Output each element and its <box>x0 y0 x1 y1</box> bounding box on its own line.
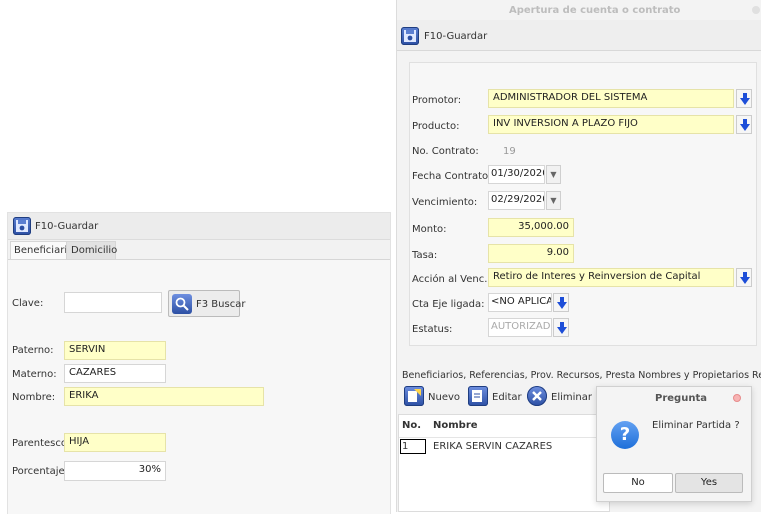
yes-button[interactable]: Yes <box>675 473 743 493</box>
delete-icon[interactable] <box>527 386 547 406</box>
arrow-down-icon <box>740 272 750 284</box>
dialog-title: Pregunta <box>655 393 707 404</box>
accion-venc-lookup-button[interactable] <box>736 268 752 287</box>
no-button-label: No <box>631 477 645 488</box>
window-title: Apertura de cuenta o contrato <box>509 5 681 16</box>
tab-label: Beneficiario <box>14 245 74 256</box>
save-icon[interactable] <box>13 217 31 235</box>
confirm-dialog: Pregunta ? Eliminar Partida ? No Yes <box>596 386 752 502</box>
table-cell-no[interactable]: 1 <box>400 439 426 454</box>
arrow-down-icon <box>740 93 750 105</box>
close-icon[interactable] <box>752 6 760 14</box>
paterno-label: Paterno: <box>12 345 54 356</box>
table-cell-no-text: 1 <box>402 441 409 452</box>
vencimiento-dropdown[interactable]: ▼ <box>546 191 561 210</box>
materno-field[interactable]: CAZARES <box>64 364 166 383</box>
toolbar: F10-Guardar <box>8 213 390 240</box>
cta-eje-label: Cta Eje ligada: <box>412 299 485 310</box>
accion-venc-label: Acción al Venc.: <box>412 274 491 285</box>
new-icon[interactable] <box>404 386 424 406</box>
delete-button-label[interactable]: Eliminar <box>551 392 592 403</box>
fecha-contrato-dropdown[interactable]: ▼ <box>546 165 561 184</box>
section-title: Beneficiarios, Referencias, Prov. Recurs… <box>402 370 761 381</box>
search-icon <box>172 294 192 314</box>
fecha-contrato-field[interactable]: 01/30/2020 <box>488 165 545 184</box>
parentesco-field[interactable]: HIJA <box>64 433 166 452</box>
no-contrato-value: 19 <box>503 146 516 157</box>
materno-label: Materno: <box>12 369 57 380</box>
no-button[interactable]: No <box>603 473 673 493</box>
cta-eje-lookup-button[interactable] <box>553 293 569 312</box>
question-icon: ? <box>611 421 639 449</box>
vencimiento-label: Vencimiento: <box>412 197 478 208</box>
table-row[interactable]: 1 ERIKA SERVIN CAZARES <box>399 437 609 456</box>
promotor-field[interactable]: ADMINISTRADOR DEL SISTEMA <box>488 89 734 108</box>
save-button-label[interactable]: F10-Guardar <box>35 221 98 232</box>
tasa-label: Tasa: <box>412 250 438 261</box>
search-button[interactable]: F3 Buscar <box>168 290 245 317</box>
table-header-no: No. <box>402 420 422 431</box>
title-bar: Apertura de cuenta o contrato <box>397 0 761 20</box>
arrow-down-icon <box>557 322 567 334</box>
parentesco-label: Parentesco: <box>12 438 71 449</box>
arrow-down-icon <box>557 297 567 309</box>
cta-eje-field[interactable]: <NO APLICA> <box>488 293 552 312</box>
estatus-field[interactable]: AUTORIZADO <box>488 318 552 337</box>
fecha-contrato-label: Fecha Contrato: <box>412 171 492 182</box>
table-cell-nombre: ERIKA SERVIN CAZARES <box>433 441 553 452</box>
clave-field[interactable] <box>64 292 162 313</box>
estatus-label: Estatus: <box>412 324 453 335</box>
arrow-down-icon <box>740 119 750 131</box>
yes-button-label: Yes <box>700 477 718 488</box>
producto-field[interactable]: INV INVERSION A PLAZO FIJO <box>488 115 734 134</box>
clave-label: Clave: <box>12 298 44 309</box>
save-button-label[interactable]: F10-Guardar <box>424 31 487 42</box>
estatus-lookup-button[interactable] <box>553 318 569 337</box>
table-header-nombre: Nombre <box>433 420 478 431</box>
edit-icon[interactable] <box>468 386 488 406</box>
new-button-label[interactable]: Nuevo <box>428 392 460 403</box>
beneficiaries-table: No. Nombre 1 ERIKA SERVIN CAZARES <box>398 414 610 512</box>
monto-label: Monto: <box>412 224 447 235</box>
edit-button-label[interactable]: Editar <box>492 392 522 403</box>
producto-label: Producto: <box>412 121 460 132</box>
producto-lookup-button[interactable] <box>736 115 752 134</box>
tab-label: Domicilio <box>71 245 118 256</box>
search-button-label: F3 Buscar <box>196 299 246 310</box>
porcentaje-label: Porcentaje: <box>12 466 69 477</box>
toolbar: F10-Guardar <box>397 20 761 51</box>
close-icon[interactable] <box>733 394 741 402</box>
tab-beneficiario[interactable]: Beneficiario <box>10 241 73 260</box>
tasa-field[interactable]: 9.00 <box>488 244 574 263</box>
promotor-label: Promotor: <box>412 95 462 106</box>
monto-field[interactable]: 35,000.00 <box>488 218 574 237</box>
vencimiento-field[interactable]: 02/29/2020 <box>488 191 545 210</box>
nombre-field[interactable]: ERIKA <box>64 387 264 406</box>
paterno-field[interactable]: SERVIN <box>64 341 166 360</box>
dialog-message: Eliminar Partida ? <box>652 420 740 431</box>
accion-venc-field[interactable]: Retiro de Interes y Reinversion de Capit… <box>488 268 734 287</box>
nombre-label: Nombre: <box>12 392 56 403</box>
no-contrato-label: No. Contrato: <box>412 146 479 157</box>
porcentaje-field[interactable]: 30% <box>64 461 166 481</box>
tab-domicilio[interactable]: Domicilio <box>66 241 118 260</box>
save-icon[interactable] <box>401 27 419 45</box>
promotor-lookup-button[interactable] <box>736 89 752 108</box>
